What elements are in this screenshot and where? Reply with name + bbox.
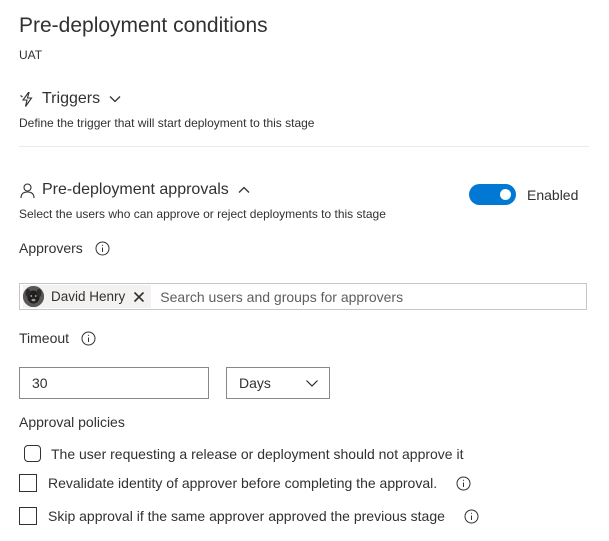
approver-persona[interactable]: David Henry [23, 285, 152, 308]
approvals-label: Pre-deployment approvals [42, 181, 229, 198]
policy-row-no-self-approve[interactable]: The user requesting a release or deploym… [24, 445, 463, 462]
approvers-picker[interactable]: David Henry [19, 283, 587, 310]
section-divider [19, 146, 589, 147]
approvals-header[interactable]: Pre-deployment approvals [19, 181, 251, 199]
triggers-label: Triggers [42, 90, 101, 107]
timeout-unit-value: Days [239, 375, 271, 391]
policy-checkbox[interactable] [24, 445, 41, 462]
timeout-unit-dropdown[interactable]: Days [226, 367, 330, 399]
timeout-input[interactable] [19, 367, 209, 399]
policy-label: Skip approval if the same approver appro… [48, 508, 445, 524]
close-icon[interactable] [131, 289, 147, 305]
policy-label: The user requesting a release or deploym… [51, 445, 464, 462]
toggle-knob [500, 189, 511, 200]
stage-name: UAT [19, 48, 43, 62]
triggers-description: Define the trigger that will start deplo… [19, 116, 315, 130]
avatar [23, 286, 44, 307]
timeout-label-row: Timeout [19, 330, 96, 346]
timeout-label: Timeout [19, 330, 70, 346]
policy-checkbox[interactable] [19, 474, 37, 492]
approvers-search-input[interactable] [158, 287, 586, 306]
triggers-header[interactable]: Triggers [19, 90, 122, 108]
info-icon[interactable] [456, 476, 471, 491]
panel-title: Pre-deployment conditions [19, 14, 268, 37]
approvals-enabled-toggle[interactable] [469, 184, 516, 205]
approver-name: David Henry [51, 289, 126, 304]
chevron-down-icon[interactable] [108, 92, 122, 106]
toggle-label: Enabled [527, 187, 579, 203]
approvers-label: Approvers [19, 240, 83, 256]
person-icon [19, 182, 36, 199]
info-icon[interactable] [81, 331, 96, 346]
approvals-description: Select the users who can approve or reje… [19, 207, 386, 221]
approval-policies-label: Approval policies [19, 414, 125, 430]
approvers-label-row: Approvers [19, 240, 110, 256]
policy-label: Revalidate identity of approver before c… [48, 475, 438, 491]
lightning-icon [19, 91, 36, 108]
policy-row-skip-approval[interactable]: Skip approval if the same approver appro… [19, 507, 479, 525]
chevron-up-icon[interactable] [237, 183, 251, 197]
policy-checkbox[interactable] [19, 507, 37, 525]
policy-row-revalidate[interactable]: Revalidate identity of approver before c… [19, 474, 471, 492]
info-icon[interactable] [95, 241, 110, 256]
info-icon[interactable] [464, 509, 479, 524]
chevron-down-icon [305, 376, 319, 390]
